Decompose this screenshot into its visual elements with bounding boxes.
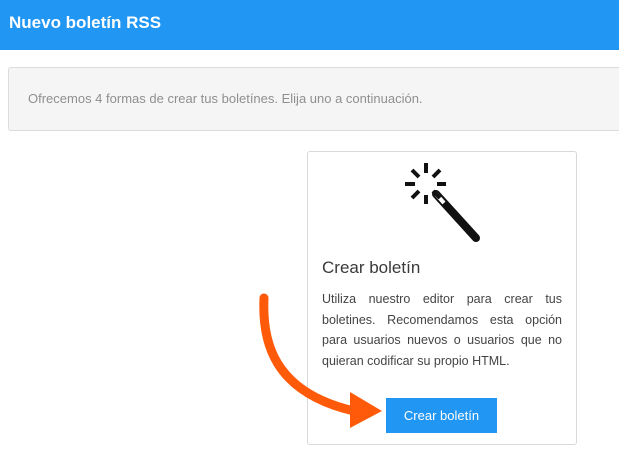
create-newsletter-card: Crear boletín Utiliza nuestro editor par… [307, 151, 577, 445]
info-text: Ofrecemos 4 formas de crear tus boletíne… [28, 91, 423, 106]
page-title: Nuevo boletín RSS [9, 13, 162, 32]
magic-wand-icon [405, 163, 480, 242]
card-description: Utiliza nuestro editor para crear tus bo… [322, 292, 562, 368]
create-newsletter-button[interactable]: Crear boletín [386, 398, 497, 433]
page-header: Nuevo boletín RSS [0, 0, 619, 50]
card-title: Crear boletín [322, 258, 421, 277]
info-box: Ofrecemos 4 formas de crear tus boletíne… [8, 67, 619, 131]
